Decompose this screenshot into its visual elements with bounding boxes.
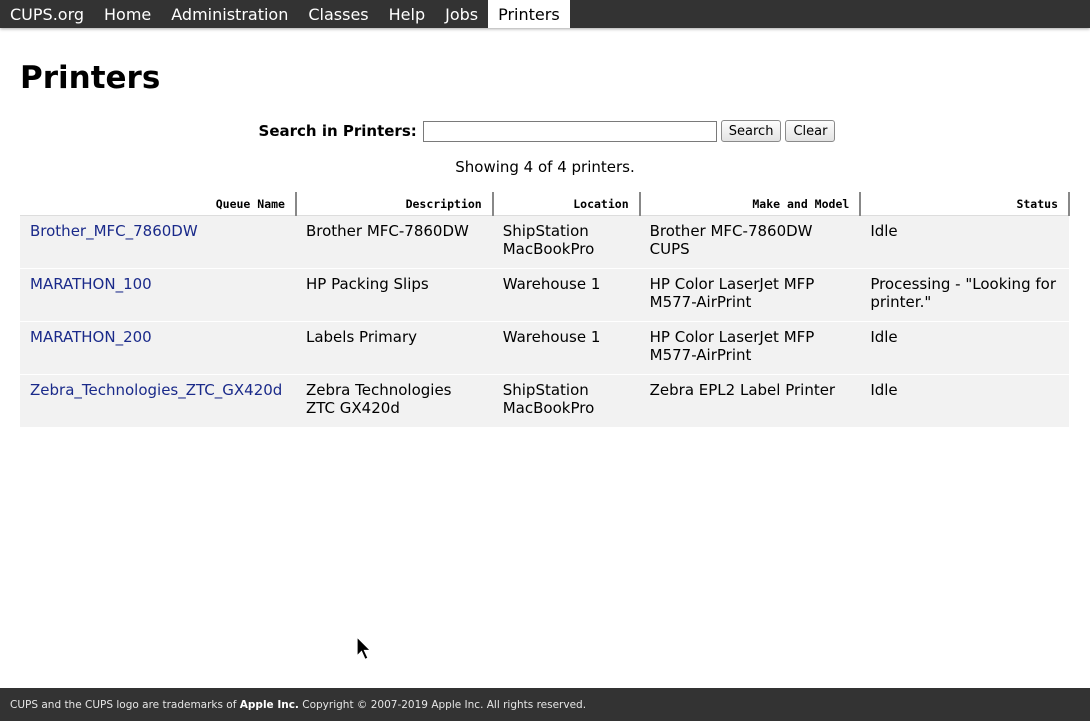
- table-row: MARATHON_200 Labels Primary Warehouse 1 …: [20, 321, 1069, 375]
- printer-count-summary: Showing 4 of 4 printers.: [455, 158, 635, 176]
- make-model-cell: HP Color LaserJet MFP M577-AirPrint: [639, 268, 861, 322]
- printer-link[interactable]: Zebra_Technologies_ZTC_GX420d: [30, 381, 282, 399]
- location-cell: Warehouse 1: [492, 268, 640, 322]
- nav-printers[interactable]: Printers: [488, 0, 570, 28]
- queue-name-cell: MARATHON_200: [20, 321, 296, 375]
- printers-table: Queue Name Description Location Make and…: [20, 192, 1070, 428]
- status-cell: Idle: [860, 215, 1069, 269]
- column-header-make-and-model[interactable]: Make and Model: [639, 192, 862, 216]
- column-header-status[interactable]: Status: [860, 192, 1070, 216]
- queue-name-cell: MARATHON_100: [20, 268, 296, 322]
- column-header-queue-name[interactable]: Queue Name: [20, 192, 297, 216]
- make-model-cell: Zebra EPL2 Label Printer: [639, 374, 861, 428]
- queue-name-cell: Brother_MFC_7860DW: [20, 215, 296, 269]
- printer-link[interactable]: MARATHON_200: [30, 328, 152, 346]
- printer-link[interactable]: Brother_MFC_7860DW: [30, 222, 198, 240]
- table-row: Zebra_Technologies_ZTC_GX420d Zebra Tech…: [20, 374, 1069, 428]
- table-row: MARATHON_100 HP Packing Slips Warehouse …: [20, 268, 1069, 322]
- nav-administration[interactable]: Administration: [161, 0, 298, 28]
- nav-cups-org[interactable]: CUPS.org: [0, 0, 94, 28]
- column-header-location[interactable]: Location: [492, 192, 641, 216]
- table-row: Brother_MFC_7860DW Brother MFC-7860DW Sh…: [20, 215, 1069, 269]
- description-cell: Brother MFC-7860DW: [295, 215, 493, 269]
- page-title: Printers: [20, 60, 161, 96]
- queue-name-cell: Zebra_Technologies_ZTC_GX420d: [20, 374, 296, 428]
- nav-help[interactable]: Help: [379, 0, 435, 28]
- column-header-description[interactable]: Description: [295, 192, 494, 216]
- nav-jobs[interactable]: Jobs: [435, 0, 488, 28]
- search-form: Search in Printers: Search Clear: [0, 120, 1090, 142]
- search-input[interactable]: [422, 120, 717, 142]
- printer-link[interactable]: MARATHON_100: [30, 275, 152, 293]
- nav-home[interactable]: Home: [94, 0, 161, 28]
- mouse-pointer-icon: [356, 635, 372, 662]
- location-cell: ShipStation MacBookPro: [492, 374, 640, 428]
- nav-classes[interactable]: Classes: [298, 0, 378, 28]
- status-cell: Idle: [860, 321, 1069, 375]
- make-model-cell: HP Color LaserJet MFP M577-AirPrint: [639, 321, 861, 375]
- status-cell: Processing - "Looking for printer.": [860, 268, 1069, 322]
- make-model-cell: Brother MFC-7860DW CUPS: [639, 215, 861, 269]
- footer: CUPS and the CUPS logo are trademarks of…: [0, 688, 1090, 721]
- location-cell: ShipStation MacBookPro: [492, 215, 640, 269]
- footer-company: Apple Inc.: [239, 698, 299, 711]
- location-cell: Warehouse 1: [492, 321, 640, 375]
- top-navigation: CUPS.org Home Administration Classes Hel…: [0, 0, 1090, 28]
- description-cell: HP Packing Slips: [295, 268, 493, 322]
- search-button[interactable]: Search: [720, 120, 782, 142]
- status-cell: Idle: [860, 374, 1069, 428]
- footer-copyright: Copyright © 2007-2019 Apple Inc. All rig…: [302, 698, 587, 711]
- description-cell: Zebra Technologies ZTC GX420d: [295, 374, 493, 428]
- clear-button[interactable]: Clear: [785, 120, 836, 142]
- footer-prefix: CUPS and the CUPS logo are trademarks of: [10, 698, 237, 711]
- search-label: Search in Printers:: [258, 122, 417, 140]
- description-cell: Labels Primary: [295, 321, 493, 375]
- table-header-row: Queue Name Description Location Make and…: [20, 192, 1070, 216]
